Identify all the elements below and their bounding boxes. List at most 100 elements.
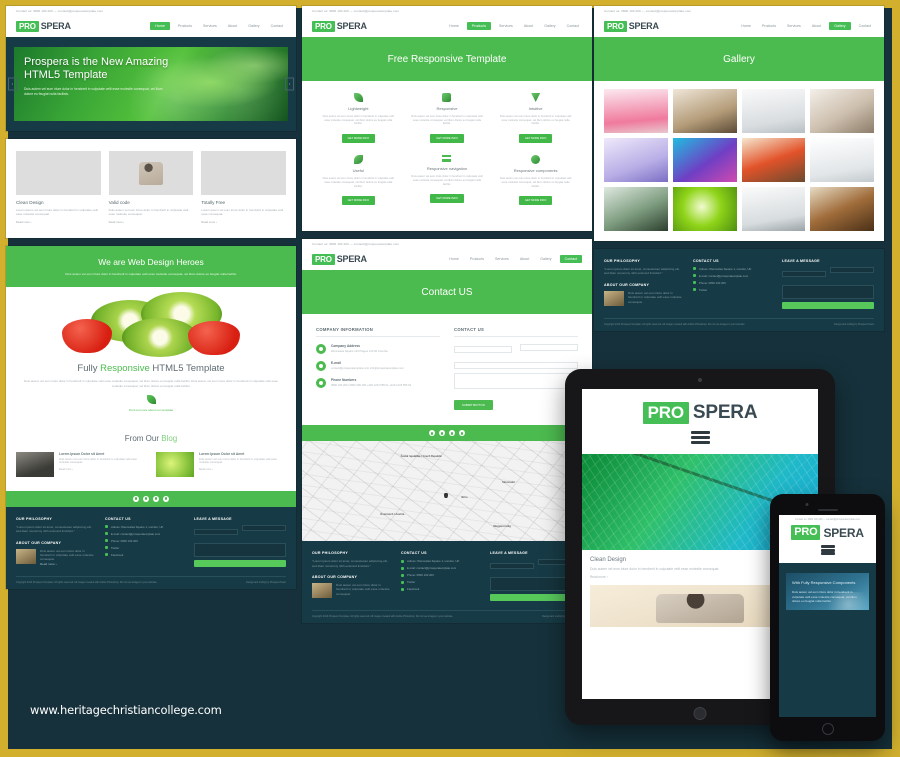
footer-contact-item[interactable]: Twitter [401,580,481,584]
footer-email-input[interactable] [241,524,286,531]
bullet-icon [105,539,108,543]
utility-topbar: Contact us: 0800 100 200 — contact@prosp… [302,239,592,249]
gallery-item[interactable] [672,138,737,182]
slider-next-arrow-icon[interactable]: › [285,77,294,91]
nav-item-home[interactable]: Home [738,22,754,30]
logo[interactable]: PRO SPERA [779,525,876,540]
nav-item-about[interactable]: About [517,255,532,263]
gallery-item[interactable] [604,138,668,182]
map-pin-icon[interactable] [444,493,449,499]
nav-item-products[interactable]: Products [466,22,492,30]
nav-item-services[interactable]: Services [784,22,804,30]
footer-contact-item[interactable]: Twitter [105,546,185,550]
get-more-info-button[interactable]: GET MORE INFO [430,194,464,204]
nav-item-products[interactable]: Products [175,22,195,30]
googleplus-icon[interactable] [449,430,455,437]
logo[interactable]: PRO SPERA [582,402,818,424]
nav-item-home[interactable]: Home [446,255,462,263]
logo[interactable]: PRO SPERA [312,20,367,32]
footer-name-input[interactable] [490,563,535,570]
phone-home-button[interactable] [821,723,834,735]
nav-item-contact[interactable]: Contact [564,22,582,30]
twitter-icon[interactable] [439,430,445,437]
hamburger-menu-icon[interactable] [820,545,835,555]
gallery-item[interactable] [741,89,806,133]
feature-card[interactable]: Totally Free Lorem ipsum vel eum iriure … [201,151,287,224]
footer-submit-button[interactable] [782,302,874,309]
footer-contact-item[interactable]: Facebook [401,587,481,591]
contact-email-input[interactable] [519,344,578,352]
gallery-item[interactable] [810,187,874,231]
gallery-item[interactable] [672,187,737,231]
facebook-icon[interactable] [429,430,435,437]
contact-info-title: Company Address [331,344,361,349]
nav-item-gallery[interactable]: Gallery [829,22,851,30]
nav-item-gallery[interactable]: Gallery [541,22,558,30]
feature-card[interactable]: Valid code Duis autem vel eum iriure dol… [108,151,194,224]
contact-subject-input[interactable] [454,362,578,370]
gallery-item[interactable] [741,187,806,231]
nav-item-products[interactable]: Products [759,22,779,30]
footer-about-image [312,583,332,599]
facebook-icon[interactable] [133,495,139,502]
nav-item-gallery[interactable]: Gallery [537,255,554,263]
get-more-info-button[interactable]: GET MORE INFO [518,134,553,144]
feature-card[interactable]: Clean Design Lorem ipsum vel eum iriure … [16,151,101,224]
get-more-info-button[interactable]: GET MORE INFO [518,196,553,206]
footer-message-textarea[interactable] [782,285,874,299]
post-read-more-link[interactable]: Read more › [199,468,286,471]
blog-post[interactable]: Lorem Ipsum Dolor sit Amet Duis autem ve… [16,451,146,477]
nav-item-about[interactable]: About [809,22,824,30]
logo[interactable]: PRO SPERA [604,20,659,32]
rss-icon[interactable] [459,430,465,437]
card-read-more-link[interactable]: Read more › [201,220,286,224]
footer-name-input[interactable] [782,271,827,277]
gallery-item[interactable] [810,89,874,133]
contact-name-input[interactable] [454,346,513,354]
hamburger-menu-icon[interactable] [690,431,710,444]
nav-item-services[interactable]: Services [200,22,220,30]
footer-submit-button[interactable] [194,559,286,567]
card-read-more-link[interactable]: Read more › [109,220,194,224]
nav-item-contact[interactable]: Contact [268,22,286,30]
blog-post[interactable]: Lorem Ipsum Dolor sit Amet Duis autem ve… [156,451,286,477]
nav-item-about[interactable]: About [521,22,536,30]
gallery-item[interactable] [604,187,668,231]
gallery-item[interactable] [672,89,737,133]
contact-submit-button[interactable]: SUBMIT BUTTON [454,400,493,411]
nav-item-about[interactable]: About [225,22,240,30]
rss-icon[interactable] [163,495,169,502]
footer-contact-item[interactable]: Facebook [105,553,185,557]
footer-contact-item[interactable]: Twitter [693,288,773,292]
get-more-info-button[interactable]: GET MORE INFO [341,196,376,206]
location-map[interactable]: Česká republika / Czech Republic Slovens… [302,441,592,542]
nav-item-products[interactable]: Products [467,255,487,263]
nav-item-gallery[interactable]: Gallery [245,22,262,30]
card-title: Clean Design [16,200,44,205]
get-more-info-button[interactable]: GET MORE INFO [430,134,464,144]
tablet-home-button[interactable] [693,707,707,720]
nav-item-services[interactable]: Services [492,255,512,263]
googleplus-icon[interactable] [153,495,159,502]
gallery-item[interactable] [741,138,806,182]
nav-item-contact[interactable]: Contact [559,255,582,264]
logo[interactable]: PRO SPERA [312,253,367,265]
gallery-item[interactable] [810,138,874,182]
nav-item-home[interactable]: Home [150,22,170,30]
logo[interactable]: PRO SPERA [16,20,71,32]
twitter-icon[interactable] [143,495,149,502]
slider-prev-arrow-icon[interactable]: ‹ [8,77,17,91]
footer-contact-item: Adress: Wenceslas Square 1, London, UK [693,267,773,271]
gallery-item[interactable] [604,89,668,133]
footer-message-textarea[interactable] [194,542,286,557]
card-read-more-link[interactable]: Read more › [16,220,101,224]
nav-item-services[interactable]: Services [496,22,516,30]
promo-link[interactable]: Find out more about our template [20,408,282,412]
footer-name-input[interactable] [194,528,239,535]
footer-email-input[interactable] [829,267,874,273]
post-read-more-link[interactable]: Read more › [59,468,146,471]
nav-item-contact[interactable]: Contact [856,22,874,30]
nav-item-home[interactable]: Home [446,22,462,30]
contact-message-textarea[interactable] [454,373,578,390]
get-more-info-button[interactable]: GET MORE INFO [341,134,376,144]
